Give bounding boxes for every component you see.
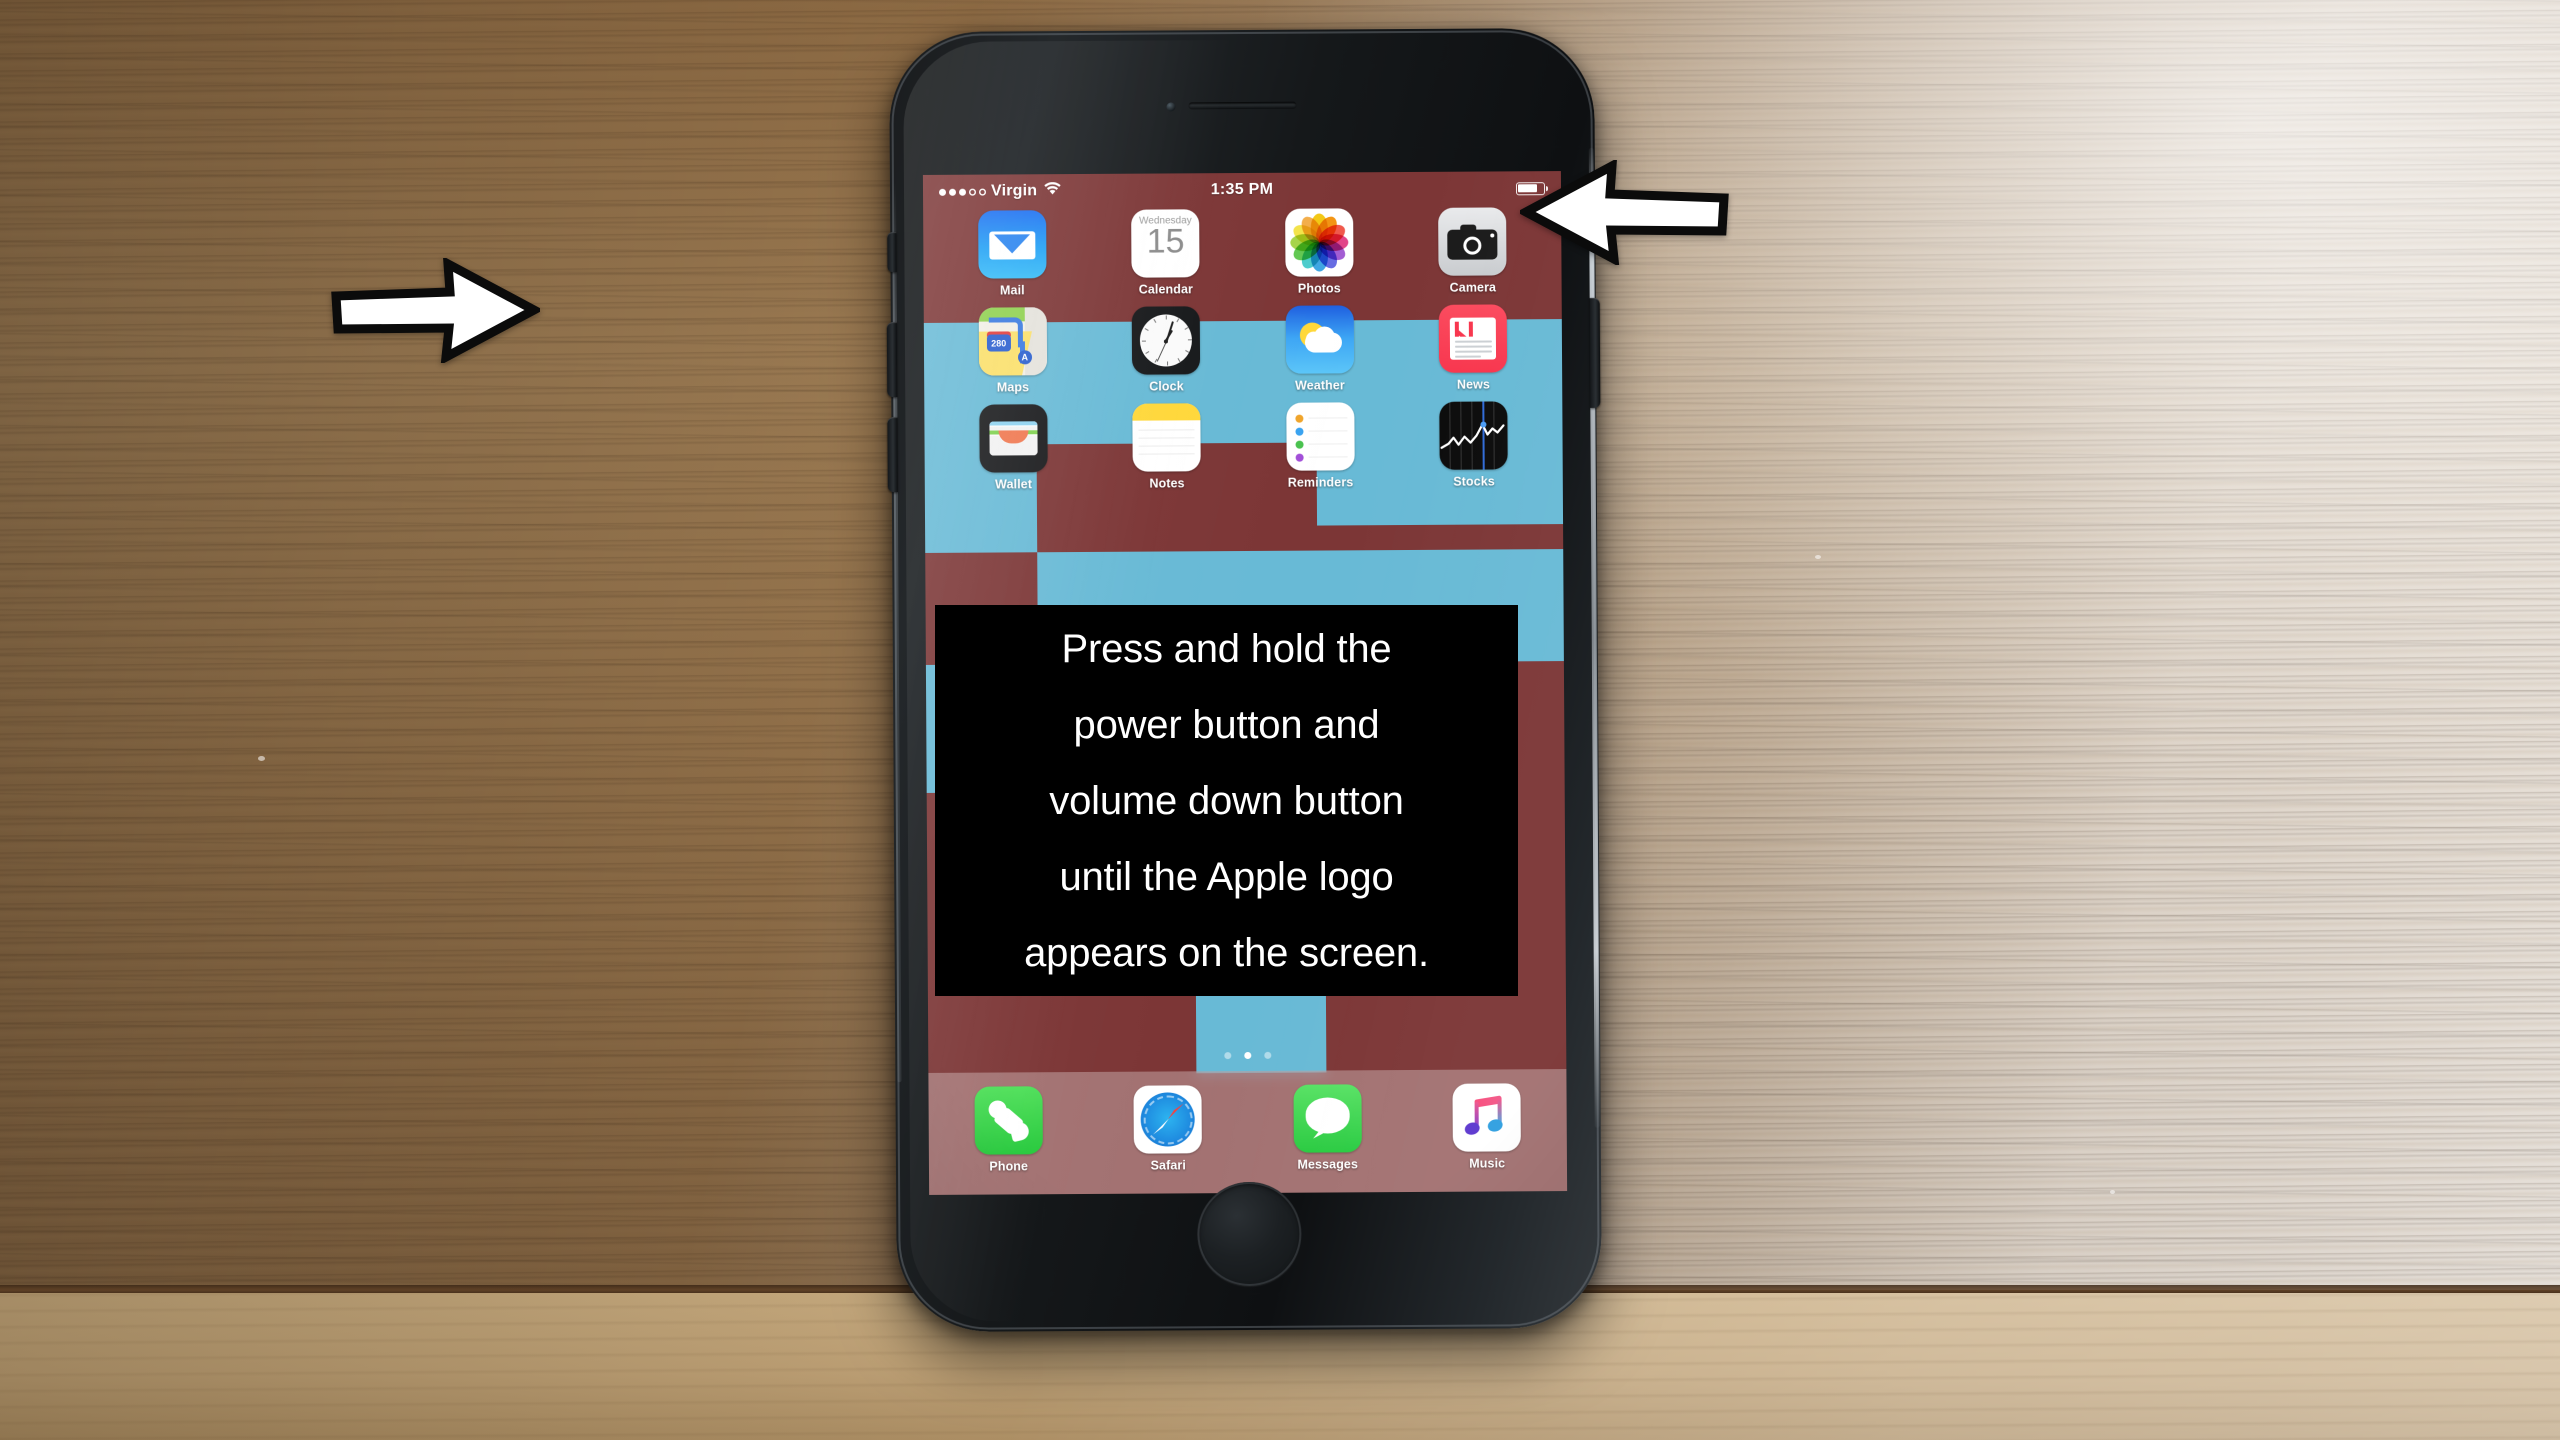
mute-switch[interactable] [887,232,897,273]
app-label: Reminders [1287,475,1354,490]
app-icon-wallet[interactable]: Wallet [936,404,1090,492]
page-dot-active[interactable] [1243,1051,1251,1060]
app-icon-reminders[interactable]: Reminders [1243,402,1397,490]
wallet-icon [979,404,1048,473]
reminders-icon [1286,402,1355,471]
clock-tick [1141,340,1146,342]
earpiece-speaker [1187,101,1297,110]
app-icon-mail[interactable]: Mail [935,210,1089,298]
caption-line-5: appears on the screen. [1024,930,1429,975]
caption-line-2: power button and [1073,702,1380,747]
page-dot[interactable] [1223,1052,1231,1060]
notes-icon [1132,403,1201,472]
phone-icon [974,1086,1043,1155]
app-label: Phone [989,1159,1029,1174]
dock: Phone Safari Messages Music [928,1069,1568,1195]
app-icon-stocks[interactable]: Stocks [1397,401,1551,489]
app-label: Safari [1150,1158,1186,1173]
photos-icon [1284,208,1354,277]
home-button[interactable] [1196,1181,1302,1287]
music-icon [1452,1083,1522,1152]
app-label: Camera [1449,280,1497,295]
caption-line-1: Press and hold the [1061,626,1392,671]
dust-speck [2110,1190,2115,1194]
app-label: Mail [999,283,1025,298]
app-label: Wallet [995,477,1033,492]
stocks-icon [1439,401,1508,470]
clock-tick [1187,339,1192,341]
dust-speck [258,756,265,761]
dock-icon-safari[interactable]: Safari [1133,1085,1203,1173]
mail-icon [977,210,1047,279]
app-icon-photos[interactable]: Photos [1242,208,1396,296]
clock-icon [1131,306,1201,375]
dust-speck [1815,555,1821,559]
safari-icon [1133,1085,1203,1154]
app-label: Weather [1295,378,1345,393]
app-label: Photos [1297,281,1341,296]
app-label: Maps [996,380,1030,395]
clock-tick [1166,361,1168,366]
app-icon-weather[interactable]: Weather [1243,305,1397,393]
status-bar-clock: 1:35 PM [1210,180,1274,199]
maps-icon: 280 A [978,307,1047,376]
volume-buttons-arrow [330,258,540,363]
dock-icon-music[interactable]: Music [1452,1083,1522,1171]
app-icon-maps[interactable]: 280 A Maps [936,307,1090,395]
maps-marker: A [1017,350,1032,365]
maps-route-shield: 280 [986,334,1011,352]
weather-icon [1285,305,1354,374]
calendar-day: 15 [1146,222,1185,261]
volume-down-button[interactable] [887,417,898,493]
camera-icon [1438,207,1507,276]
caption-line-3: volume down button [1049,778,1404,823]
app-label: Music [1469,1156,1506,1171]
app-icon-news[interactable]: News [1396,304,1550,392]
status-bar: Virgin 1:35 PM [923,171,1561,209]
instruction-caption-overlay: Press and hold the power button and volu… [935,605,1518,996]
app-label: Calendar [1138,282,1194,297]
app-icon-notes[interactable]: Notes [1090,403,1244,491]
app-label: Notes [1149,476,1185,491]
dock-icon-messages[interactable]: Messages [1293,1084,1362,1172]
app-icon-calendar[interactable]: Wednesday 15 Calendar [1089,209,1243,297]
front-camera-icon [1166,102,1176,112]
dock-icon-phone[interactable]: Phone [974,1086,1043,1174]
messages-icon [1293,1084,1362,1153]
clock-tick [1165,315,1167,320]
power-button-arrow [1520,160,1730,265]
app-icon-clock[interactable]: Clock [1089,306,1243,394]
news-icon [1438,304,1508,373]
home-screen-app-grid: Mail Wednesday 15 Calendar Photos Camera… [923,207,1563,492]
caption-line-4: until the Apple logo [1059,854,1394,899]
page-dot[interactable] [1263,1051,1271,1059]
app-label: Messages [1297,1157,1359,1172]
app-label: Stocks [1453,474,1495,489]
calendar-icon: Wednesday 15 [1131,209,1200,278]
app-label: Clock [1149,379,1184,394]
volume-up-button[interactable] [886,322,898,398]
power-button[interactable] [1589,297,1601,408]
app-label: News [1456,377,1491,392]
